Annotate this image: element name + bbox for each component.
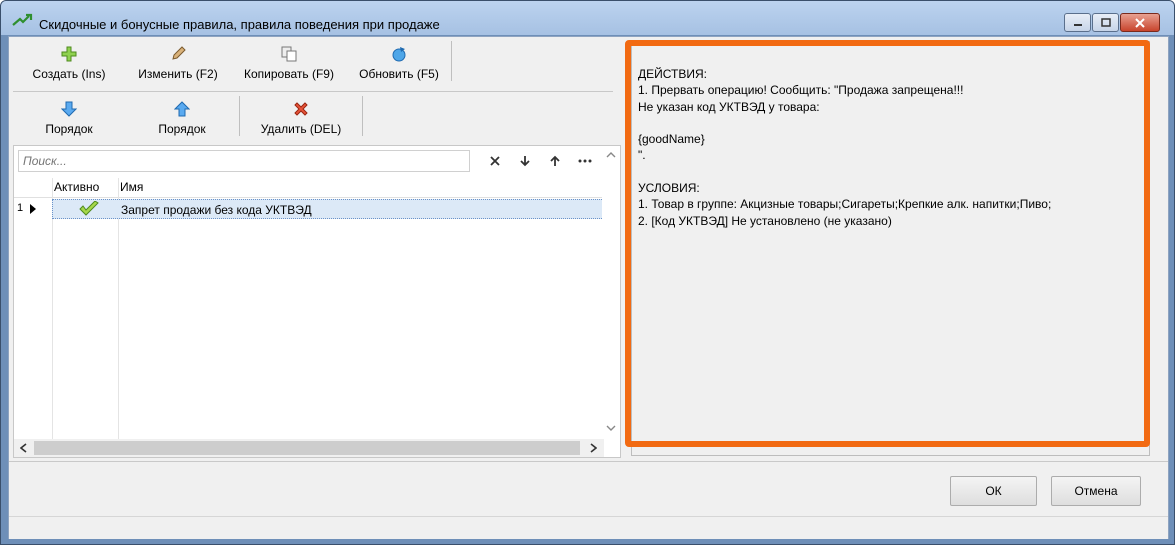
copy-icon <box>280 45 298 63</box>
prev-match-button[interactable] <box>544 151 566 171</box>
pencil-icon <box>169 45 187 63</box>
close-icon <box>490 156 500 166</box>
row-indicator-icon <box>30 204 36 214</box>
minimize-button[interactable] <box>1064 13 1091 32</box>
arrow-down-icon <box>60 100 78 118</box>
window-controls <box>1064 13 1160 32</box>
toolbar-row-2: Порядок Порядок Удалить (DEL) <box>13 92 363 142</box>
search-input[interactable] <box>18 150 470 172</box>
more-options-button[interactable] <box>574 151 596 171</box>
maximize-button[interactable] <box>1092 13 1119 32</box>
ok-button[interactable]: ОК <box>950 476 1037 506</box>
create-button[interactable]: Создать (Ins) <box>13 37 125 87</box>
dialog-footer: ОК Отмена <box>9 461 1168 539</box>
copy-label: Копировать (F9) <box>244 67 334 81</box>
rule-details-text: ДЕЙСТВИЯ: 1. Прервать операцию! Сообщить… <box>638 67 1052 228</box>
search-tools <box>484 151 596 171</box>
rule-details-pane: ДЕЙСТВИЯ: 1. Прервать операцию! Сообщить… <box>631 41 1150 456</box>
scrollbar-thumb[interactable] <box>34 441 580 455</box>
next-match-button[interactable] <box>514 151 536 171</box>
vertical-scrollbar[interactable] <box>602 146 620 439</box>
status-bar <box>9 516 1168 538</box>
plus-icon <box>60 45 78 63</box>
toolbar-separator <box>451 41 452 81</box>
ellipsis-icon <box>578 159 592 163</box>
column-header-active[interactable]: Активно <box>54 180 99 194</box>
chevron-up-icon <box>606 152 616 158</box>
refresh-label: Обновить (F5) <box>359 67 439 81</box>
arrow-up-icon <box>173 100 191 118</box>
move-up-button[interactable]: Порядок <box>125 92 239 142</box>
row-number: 1 <box>17 202 24 214</box>
title-bar: Скидочные и бонусные правила, правила по… <box>1 1 1174 35</box>
delete-button[interactable]: Удалить (DEL) <box>240 92 362 142</box>
edit-button[interactable]: Изменить (F2) <box>125 37 231 87</box>
checkmark-icon <box>79 201 99 216</box>
rules-list-pane: Создать (Ins) Изменить (F2) Копировать (… <box>9 37 626 459</box>
chevron-right-icon <box>590 443 597 453</box>
dialog-client: Создать (Ins) Изменить (F2) Копировать (… <box>8 36 1169 539</box>
table-row[interactable]: 1 Запрет продажи без кода УКТВЭД <box>14 199 604 219</box>
chevron-down-icon <box>606 425 616 431</box>
window-title: Скидочные и бонусные правила, правила по… <box>39 17 440 32</box>
rules-grid: Активно Имя 1 Запрет продажи без кода УК… <box>13 145 621 458</box>
refresh-button[interactable]: Обновить (F5) <box>347 37 451 87</box>
edit-label: Изменить (F2) <box>138 67 218 81</box>
create-label: Создать (Ins) <box>32 67 106 81</box>
move-down-label: Порядок <box>45 122 93 136</box>
chevron-left-icon <box>20 443 27 453</box>
minimize-icon <box>1073 23 1082 26</box>
move-down-button[interactable]: Порядок <box>13 92 125 142</box>
toolbar-separator <box>362 96 363 136</box>
delete-icon <box>292 100 310 118</box>
grid-header: Активно Имя <box>14 178 604 198</box>
move-up-label: Порядок <box>158 122 206 136</box>
arrow-up-icon <box>550 155 560 166</box>
row-cells[interactable]: Запрет продажи без кода УКТВЭД <box>52 199 604 219</box>
close-icon <box>1135 17 1145 28</box>
rule-name: Запрет продажи без кода УКТВЭД <box>121 203 312 217</box>
close-button[interactable] <box>1120 13 1160 32</box>
horizontal-scrollbar[interactable] <box>14 439 604 457</box>
refresh-icon <box>390 45 408 63</box>
column-header-name[interactable]: Имя <box>120 180 143 194</box>
cancel-button[interactable]: Отмена <box>1051 476 1141 506</box>
clear-search-button[interactable] <box>484 151 506 171</box>
app-window: Скидочные и бонусные правила, правила по… <box>0 0 1175 545</box>
toolbar-row-1: Создать (Ins) Изменить (F2) Копировать (… <box>13 37 452 87</box>
maximize-icon <box>1100 18 1111 27</box>
app-arrow-icon <box>12 13 33 26</box>
arrow-down-icon <box>520 156 530 167</box>
copy-button[interactable]: Копировать (F9) <box>231 37 347 87</box>
delete-label: Удалить (DEL) <box>260 122 342 136</box>
